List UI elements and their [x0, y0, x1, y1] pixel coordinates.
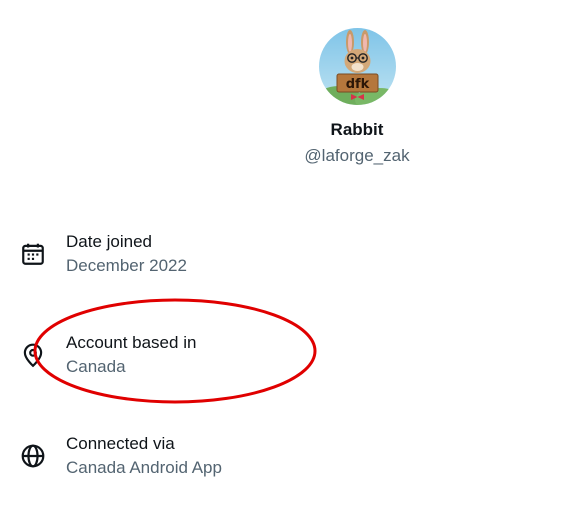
- globe-icon: [21, 444, 45, 468]
- detail-label: Connected via: [66, 434, 175, 453]
- detail-value: Canada Android App: [66, 458, 222, 477]
- user-handle: @laforge_zak: [304, 146, 410, 165]
- detail-row-connected-via: Connected via Canada Android App: [0, 433, 580, 493]
- detail-row-account-based-in: Account based in Canada: [0, 332, 580, 392]
- profile-header: dfk Rabbit @laforge_zak: [257, 28, 457, 167]
- avatar-sign-text: dfk: [345, 77, 369, 92]
- detail-value: Canada: [66, 357, 126, 376]
- calendar-icon: [22, 243, 44, 265]
- detail-label: Date joined: [66, 232, 153, 251]
- detail-value: December 2022: [66, 256, 187, 275]
- location-pin-icon: [23, 343, 43, 368]
- detail-label: Account based in: [66, 333, 197, 352]
- detail-row-date-joined: Date joined December 2022: [0, 231, 580, 291]
- display-name: Rabbit: [330, 120, 384, 139]
- avatar[interactable]: dfk: [318, 28, 396, 105]
